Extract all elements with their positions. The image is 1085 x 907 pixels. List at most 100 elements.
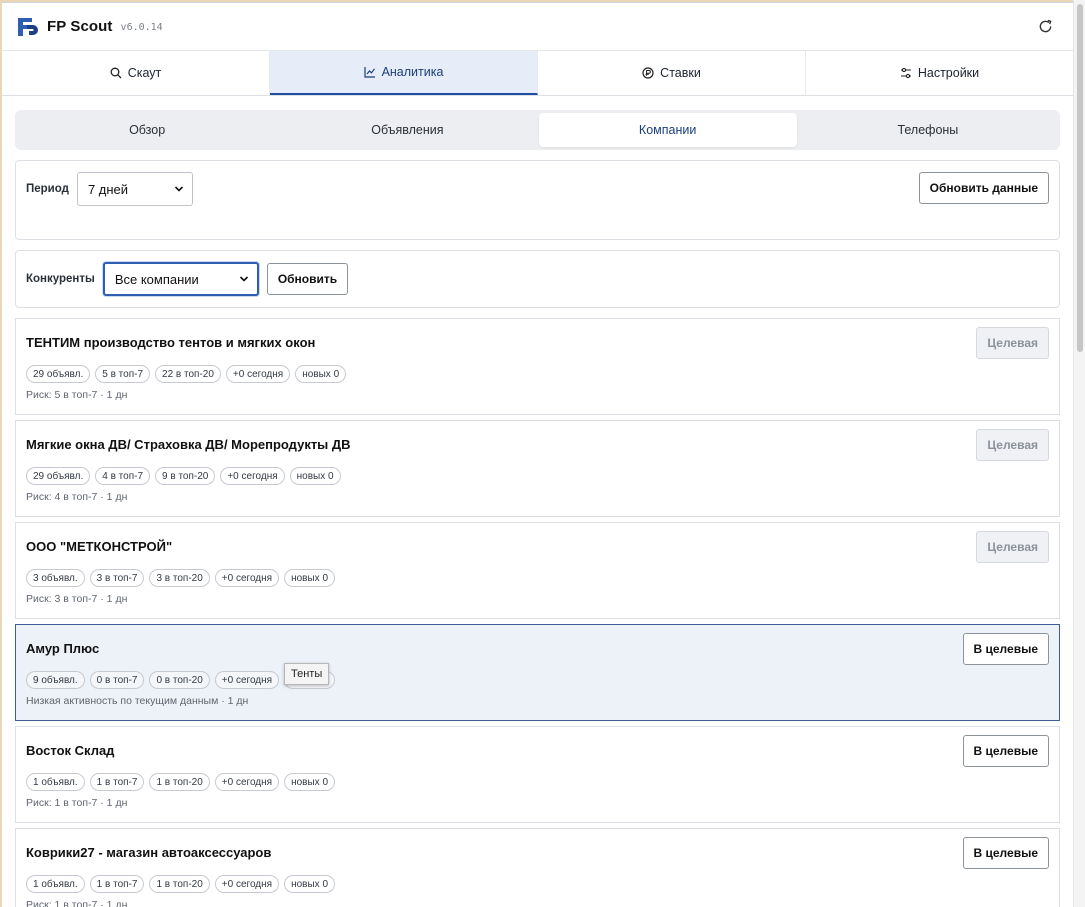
company-badges: 1 объявл. 1 в топ-7 1 в топ-20 +0 сегодн… <box>26 875 1049 893</box>
company-name: Мягкие окна ДВ/ Страховка ДВ/ Морепродук… <box>26 437 351 452</box>
company-risk: Риск: 1 в топ-7 · 1 дн <box>26 899 128 907</box>
subtab-ads[interactable]: Объявления <box>278 113 536 147</box>
coin-icon <box>642 67 654 79</box>
badge-today: +0 сегодня <box>214 671 280 689</box>
tooltip: Тенты <box>284 663 330 685</box>
competitors-panel: Конкуренты Все компании Обновить <box>15 250 1060 308</box>
tab-analytics[interactable]: Аналитика <box>270 51 538 95</box>
app-header: FP Scout v6.0.14 <box>2 3 1073 51</box>
badge-ads: 3 объявл. <box>26 569 85 587</box>
add-to-target-button[interactable]: В целевые <box>962 735 1049 767</box>
app-version: v6.0.14 <box>120 22 163 33</box>
chevron-down-icon <box>239 276 248 282</box>
scrollbar[interactable] <box>1073 0 1085 907</box>
period-value: 7 дней <box>87 181 129 197</box>
competitors-value: Все компании <box>114 271 199 287</box>
tab-scout[interactable]: Скаут <box>2 51 270 95</box>
badge-ads: 29 объявл. <box>26 365 91 383</box>
badge-ads: 9 объявл. <box>26 671 85 689</box>
badge-top20: 3 в топ-20 <box>149 569 210 587</box>
period-label: Период <box>26 183 69 195</box>
badge-new: новых 0 <box>289 467 341 485</box>
badge-top7: 4 в топ-7 <box>95 467 151 485</box>
badge-top20: 1 в топ-20 <box>149 875 210 893</box>
company-list: ТЕНТИМ производство тентов и мягких окон… <box>15 318 1060 907</box>
chart-icon <box>363 67 375 78</box>
target-button[interactable]: Целевая <box>976 327 1049 359</box>
company-risk: Риск: 3 в топ-7 · 1 дн <box>26 593 128 605</box>
subtab-phones[interactable]: Телефоны <box>799 113 1057 147</box>
subtab-companies[interactable]: Компании <box>538 113 797 147</box>
company-badges: 9 объявл. 0 в топ-7 0 в топ-20 +0 сегодн… <box>26 671 1049 689</box>
scrollbar-thumb[interactable] <box>1077 4 1083 352</box>
competitors-update-button[interactable]: Обновить <box>266 263 349 295</box>
badge-top20: 9 в топ-20 <box>155 467 216 485</box>
competitors-select[interactable]: Все компании <box>102 262 259 296</box>
company-card: ООО "МЕТКОНСТРОЙ" Целевая 3 объявл. 3 в … <box>15 522 1060 619</box>
badge-top7: 3 в топ-7 <box>89 569 145 587</box>
company-card: Мягкие окна ДВ/ Страховка ДВ/ Морепродук… <box>15 420 1060 517</box>
tab-label: Ставки <box>660 66 701 80</box>
company-badges: 29 объявл. 5 в топ-7 22 в топ-20 +0 сего… <box>26 365 1049 383</box>
update-data-button[interactable]: Обновить данные <box>918 172 1049 204</box>
main-content: Обзор Объявления Компании Телефоны Перио… <box>2 96 1073 907</box>
badge-new: новых 0 <box>284 773 336 791</box>
app-title: FP Scout <box>47 18 113 35</box>
competitors-label: Конкуренты <box>26 273 95 285</box>
company-name: Восток Склад <box>26 743 115 758</box>
badge-top20: 1 в топ-20 <box>149 773 210 791</box>
main-tabs: Скаут Аналитика Ставки Настройки <box>2 51 1073 96</box>
badge-ads: 1 объявл. <box>26 773 85 791</box>
company-card: Коврики27 - магазин автоаксессуаров В це… <box>15 828 1060 907</box>
company-name: Коврики27 - магазин автоаксессуаров <box>26 845 272 860</box>
badge-top20: 0 в топ-20 <box>149 671 210 689</box>
refresh-button[interactable] <box>1031 13 1059 41</box>
badge-top20: 22 в топ-20 <box>155 365 221 383</box>
add-to-target-button[interactable]: В целевые <box>962 633 1049 665</box>
sub-tabs: Обзор Объявления Компании Телефоны <box>15 110 1060 150</box>
badge-today: +0 сегодня <box>214 875 280 893</box>
badge-new: новых 0 <box>284 875 336 893</box>
period-panel: Период 7 дней Обновить данные <box>15 160 1060 240</box>
badge-ads: 1 объявл. <box>26 875 85 893</box>
target-button[interactable]: Целевая <box>976 531 1049 563</box>
company-risk: Риск: 5 в топ-7 · 1 дн <box>26 389 128 401</box>
badge-ads: 29 объявл. <box>26 467 91 485</box>
badge-today: +0 сегодня <box>214 773 280 791</box>
search-icon <box>110 67 122 79</box>
badge-top7: 0 в топ-7 <box>89 671 145 689</box>
period-select[interactable]: 7 дней <box>76 172 193 206</box>
company-risk: Риск: 4 в топ-7 · 1 дн <box>26 491 128 503</box>
company-card: ТЕНТИМ производство тентов и мягких окон… <box>15 318 1060 415</box>
company-name: Амур Плюс <box>26 641 100 656</box>
add-to-target-button[interactable]: В целевые <box>962 837 1049 869</box>
company-badges: 1 объявл. 1 в топ-7 1 в топ-20 +0 сегодн… <box>26 773 1049 791</box>
badge-today: +0 сегодня <box>220 467 285 485</box>
company-badges: 3 объявл. 3 в топ-7 3 в топ-20 +0 сегодн… <box>26 569 1049 587</box>
sliders-icon <box>900 67 911 79</box>
tab-bids[interactable]: Ставки <box>538 51 806 95</box>
company-risk: Риск: 1 в топ-7 · 1 дн <box>26 797 128 809</box>
company-card: Восток Склад В целевые 1 объявл. 1 в топ… <box>15 726 1060 823</box>
chevron-down-icon <box>174 186 184 192</box>
target-button[interactable]: Целевая <box>976 429 1049 461</box>
badge-new: новых 0 <box>284 569 336 587</box>
tab-label: Скаут <box>127 66 162 80</box>
company-name: ООО "МЕТКОНСТРОЙ" <box>26 539 173 554</box>
company-card-highlighted: Амур Плюс В целевые 9 объявл. 0 в топ-7 … <box>15 624 1060 721</box>
badge-top7: 5 в топ-7 <box>95 365 151 383</box>
company-name: ТЕНТИМ производство тентов и мягких окон <box>26 335 316 350</box>
company-badges: 29 объявл. 4 в топ-7 9 в топ-20 +0 сегод… <box>26 467 1049 485</box>
tab-settings[interactable]: Настройки <box>806 51 1073 95</box>
badge-today: +0 сегодня <box>225 365 291 383</box>
subtab-overview[interactable]: Обзор <box>18 113 276 147</box>
tab-label: Настройки <box>917 66 980 80</box>
badge-today: +0 сегодня <box>214 569 280 587</box>
badge-top7: 1 в топ-7 <box>89 875 145 893</box>
badge-new: новых 0 <box>295 365 347 383</box>
refresh-icon <box>1039 19 1052 33</box>
company-risk: Низкая активность по текущим данным · 1 … <box>26 695 249 707</box>
fp-logo <box>18 17 38 36</box>
app-window: FP Scout v6.0.14 Скаут Аналитика Ставки … <box>2 2 1073 907</box>
badge-top7: 1 в топ-7 <box>89 773 145 791</box>
